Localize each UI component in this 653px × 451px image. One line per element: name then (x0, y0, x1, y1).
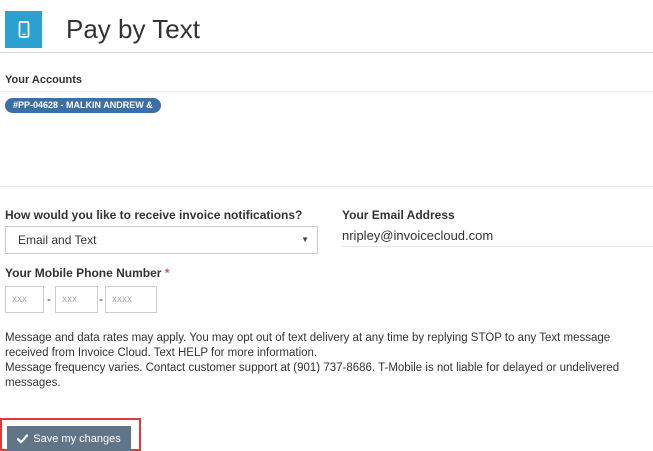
section-divider (0, 186, 653, 187)
checkmark-icon (17, 433, 29, 444)
phone-separator: - (99, 292, 103, 306)
email-label: Your Email Address (342, 208, 455, 222)
phone-prefix-input[interactable] (55, 286, 98, 313)
sms-disclaimer: Message and data rates may apply. You ma… (5, 331, 653, 391)
accounts-divider (0, 91, 653, 92)
save-button-label: Save my changes (33, 432, 121, 445)
phone-line-number-input[interactable] (105, 286, 157, 313)
mobile-phone-label-text: Your Mobile Phone Number (5, 266, 162, 280)
mobile-phone-icon (5, 11, 42, 48)
notification-method-select[interactable]: Email and Text ▼ (5, 226, 318, 254)
phone-separator: - (47, 292, 51, 306)
notification-method-value: Email and Text (18, 233, 97, 247)
page-title: Pay by Text (66, 14, 200, 44)
disclaimer-paragraph: Message frequency varies. Contact custom… (5, 362, 620, 389)
dropdown-arrow-icon: ▼ (301, 235, 309, 244)
save-button[interactable]: Save my changes (7, 426, 131, 451)
notification-method-label: How would you like to receive invoice no… (5, 208, 303, 222)
accounts-label: Your Accounts (5, 74, 83, 86)
email-underline (342, 246, 653, 247)
mobile-phone-label: Your Mobile Phone Number * (5, 266, 169, 280)
disclaimer-paragraph: Message and data rates may apply. You ma… (5, 332, 611, 359)
email-field[interactable]: nripley@invoicecloud.com (342, 228, 493, 243)
header-divider (0, 52, 653, 53)
required-marker: * (164, 266, 170, 280)
account-tag[interactable]: #PP-04628 - MALKIN ANDREW & (5, 98, 161, 113)
phone-area-code-input[interactable] (5, 286, 44, 313)
page-header: Pay by Text (5, 11, 653, 53)
pay-by-text-page: Pay by Text Your Accounts #PP-04628 - MA… (0, 0, 653, 451)
